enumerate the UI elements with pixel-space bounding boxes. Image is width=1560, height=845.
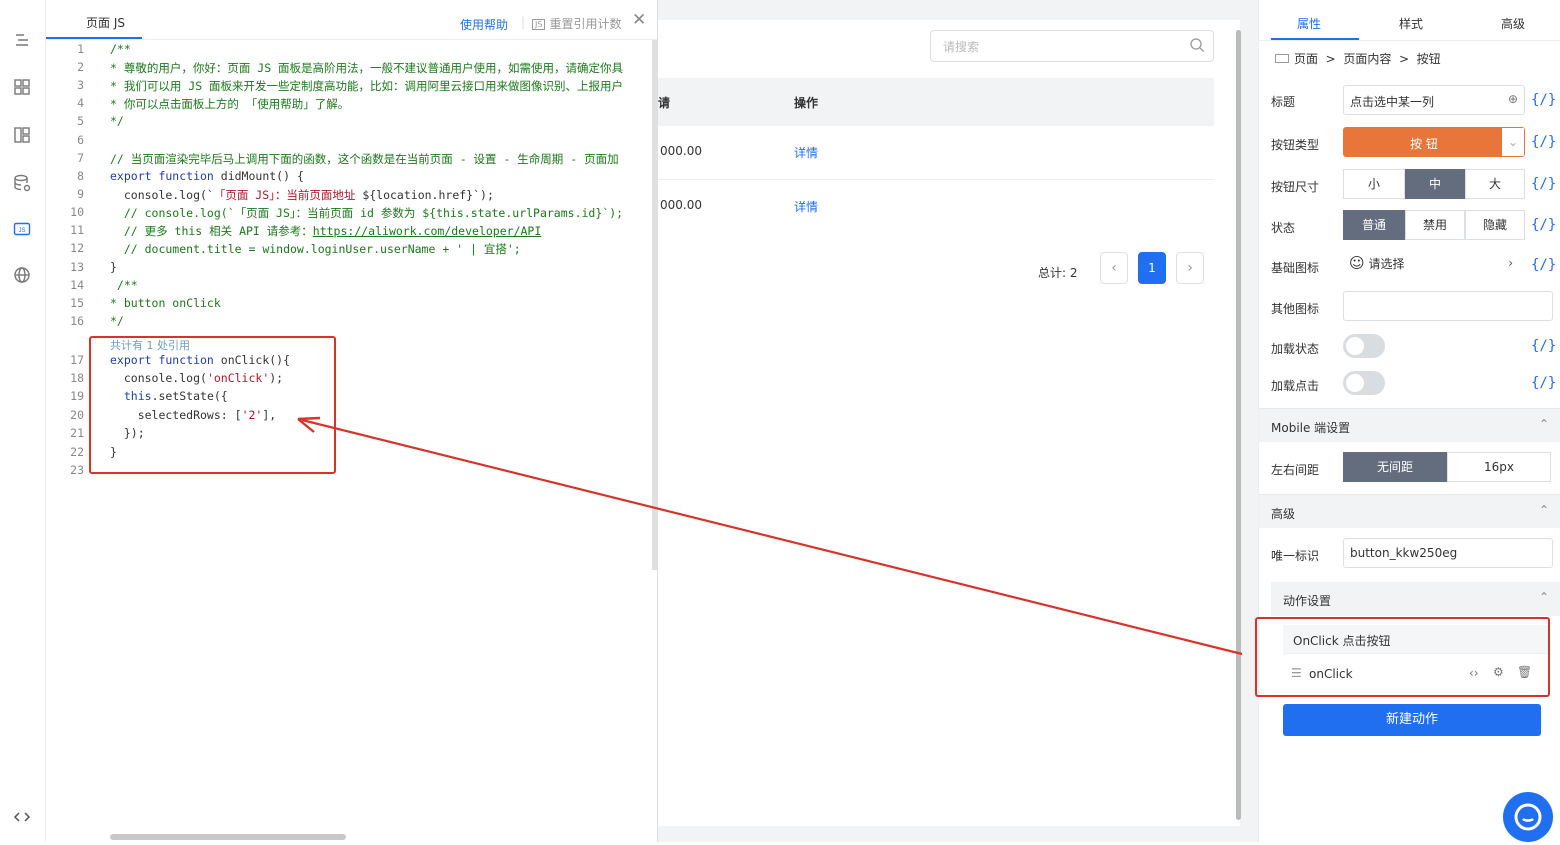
annotation-arrow xyxy=(297,416,1243,656)
